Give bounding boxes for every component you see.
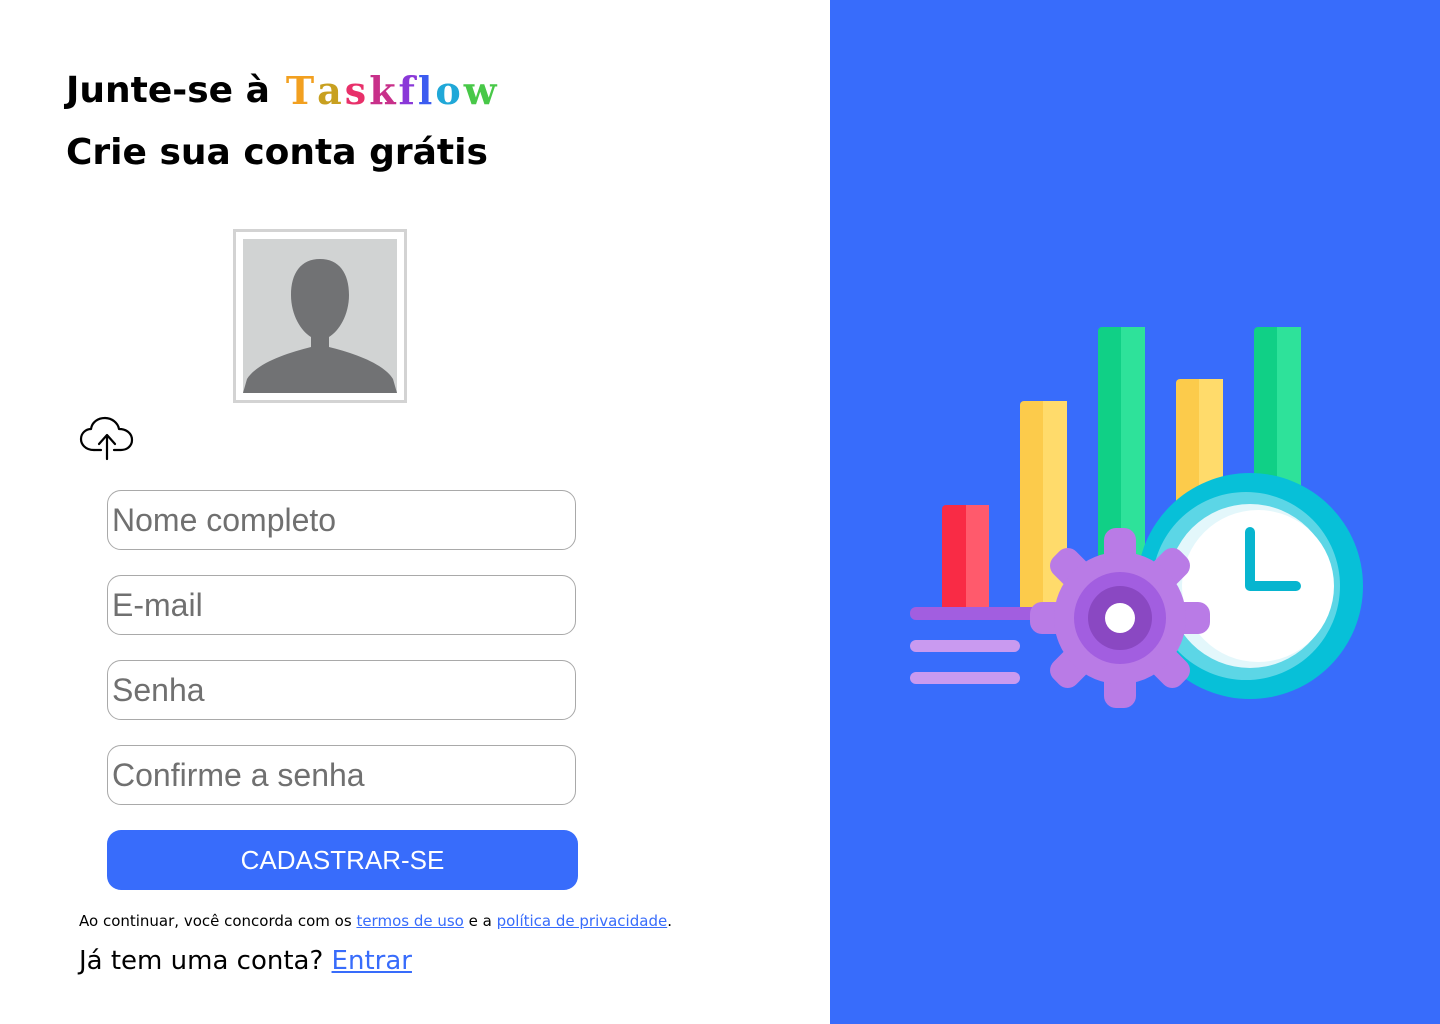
page-subtitle: Crie sua conta grátis [66, 132, 488, 173]
brand-letter: T [285, 68, 318, 113]
brand-letter: o [435, 68, 464, 113]
avatar-preview [233, 229, 407, 403]
cloud-upload-icon[interactable] [78, 414, 136, 462]
email-input[interactable] [107, 575, 576, 635]
productivity-chart-gear-clock-icon [910, 327, 1363, 708]
login-prompt: Já tem uma conta? Entrar [79, 946, 412, 976]
user-silhouette-icon [243, 239, 397, 393]
brand-letter: a [317, 68, 345, 113]
signup-panel: Junte-se à Taskflow Crie sua conta gráti… [0, 0, 830, 1024]
brand-letter: s [344, 68, 370, 113]
terms-middle: e a [463, 912, 497, 930]
password-input[interactable] [107, 660, 576, 720]
terms-suffix: . [667, 912, 672, 930]
brand-letter: w [463, 68, 500, 113]
confirm-password-input[interactable] [107, 745, 576, 805]
full-name-input[interactable] [107, 490, 576, 550]
login-link[interactable]: Entrar [332, 946, 412, 976]
page-title: Junte-se à Taskflow [66, 68, 499, 113]
gear-icon [1030, 528, 1210, 708]
signup-page: Junte-se à Taskflow Crie sua conta gráti… [0, 0, 1440, 1024]
illustration-panel [830, 0, 1440, 1024]
terms-prefix: Ao continuar, você concorda com os [79, 912, 357, 930]
brand-letter: f [398, 68, 418, 113]
terms-of-use-link[interactable]: termos de uso [356, 912, 463, 930]
brand-letter: k [369, 68, 399, 113]
title-prefix: Junte-se à [66, 70, 270, 111]
brand-letter: l [417, 68, 436, 113]
terms-notice: Ao continuar, você concorda com os termo… [79, 912, 672, 930]
privacy-policy-link[interactable]: política de privacidade [497, 912, 668, 930]
signup-button[interactable]: CADASTRAR-SE [107, 830, 578, 890]
login-prompt-text: Já tem uma conta? [79, 946, 332, 976]
brand-logo: Taskflow [286, 68, 500, 113]
